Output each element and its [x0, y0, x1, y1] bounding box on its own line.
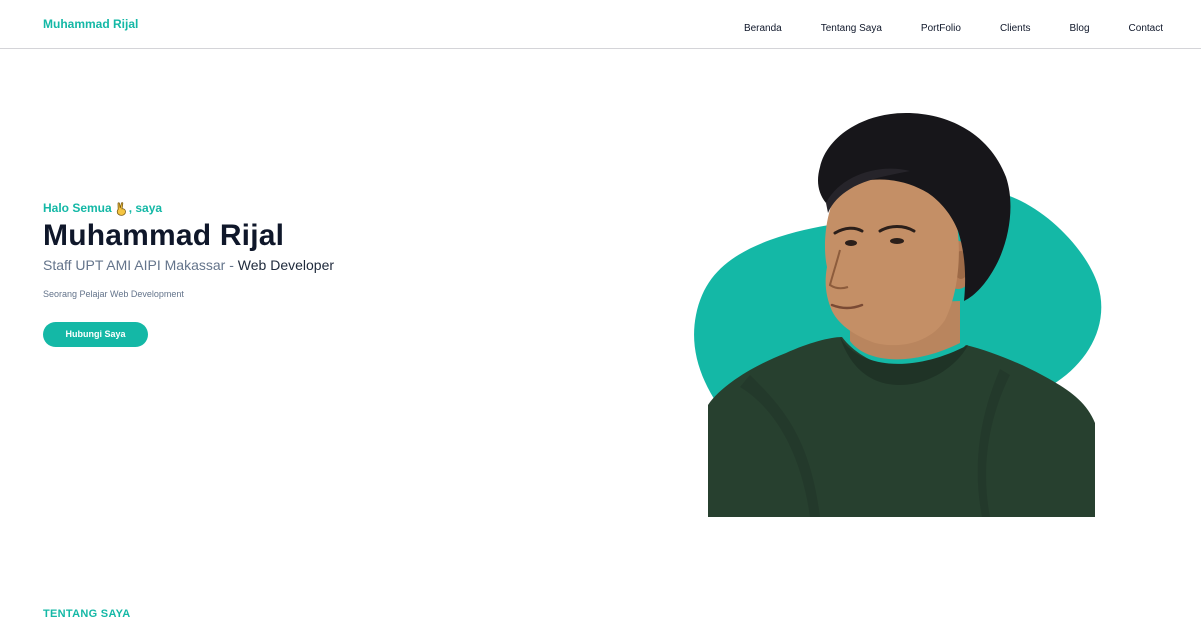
nav-item-contact: Contact: [1129, 18, 1163, 36]
greeting-prefix: Halo Semua: [43, 201, 112, 215]
victory-hand-icon: [115, 201, 127, 216]
nav-link-blog[interactable]: Blog: [1070, 23, 1090, 34]
nav-link-contact[interactable]: Contact: [1129, 23, 1163, 34]
hero-description: Seorang Pelajar Web Development: [43, 289, 184, 299]
hero-greeting: Halo Semua , saya: [43, 201, 603, 216]
nav-item-clients: Clients: [1000, 18, 1031, 36]
hero-section: Halo Semua , saya Muhammad Rijal Staff U…: [43, 201, 603, 347]
navbar: Muhammad Rijal Beranda Tentang Saya Port…: [0, 0, 1201, 49]
nav-link-portfolio[interactable]: PortFolio: [921, 23, 961, 34]
hero-role-main: Staff UPT AMI AIPI Makassar -: [43, 257, 238, 273]
nav-menu: Beranda Tentang Saya PortFolio Clients B…: [705, 18, 1163, 36]
nav-item-portfolio: PortFolio: [921, 18, 961, 36]
hero-image: [690, 105, 1105, 520]
contact-me-button[interactable]: Hubungi Saya: [43, 322, 148, 347]
nav-item-beranda: Beranda: [744, 18, 782, 36]
nav-link-clients[interactable]: Clients: [1000, 23, 1031, 34]
brand-logo[interactable]: Muhammad Rijal: [43, 17, 138, 31]
profile-photo: [694, 113, 1102, 517]
nav-item-blog: Blog: [1070, 18, 1090, 36]
nav-link-tentang-saya[interactable]: Tentang Saya: [821, 23, 882, 34]
hero-role: Staff UPT AMI AIPI Makassar - Web Develo…: [43, 256, 603, 274]
nav-item-tentang-saya: Tentang Saya: [821, 18, 882, 36]
about-section-label: TENTANG SAYA: [43, 608, 131, 620]
hero-name: Muhammad Rijal: [43, 219, 285, 252]
hero-role-strong: Web Developer: [237, 257, 335, 273]
greeting-suffix: , saya: [128, 201, 163, 215]
nav-link-beranda[interactable]: Beranda: [744, 23, 782, 34]
